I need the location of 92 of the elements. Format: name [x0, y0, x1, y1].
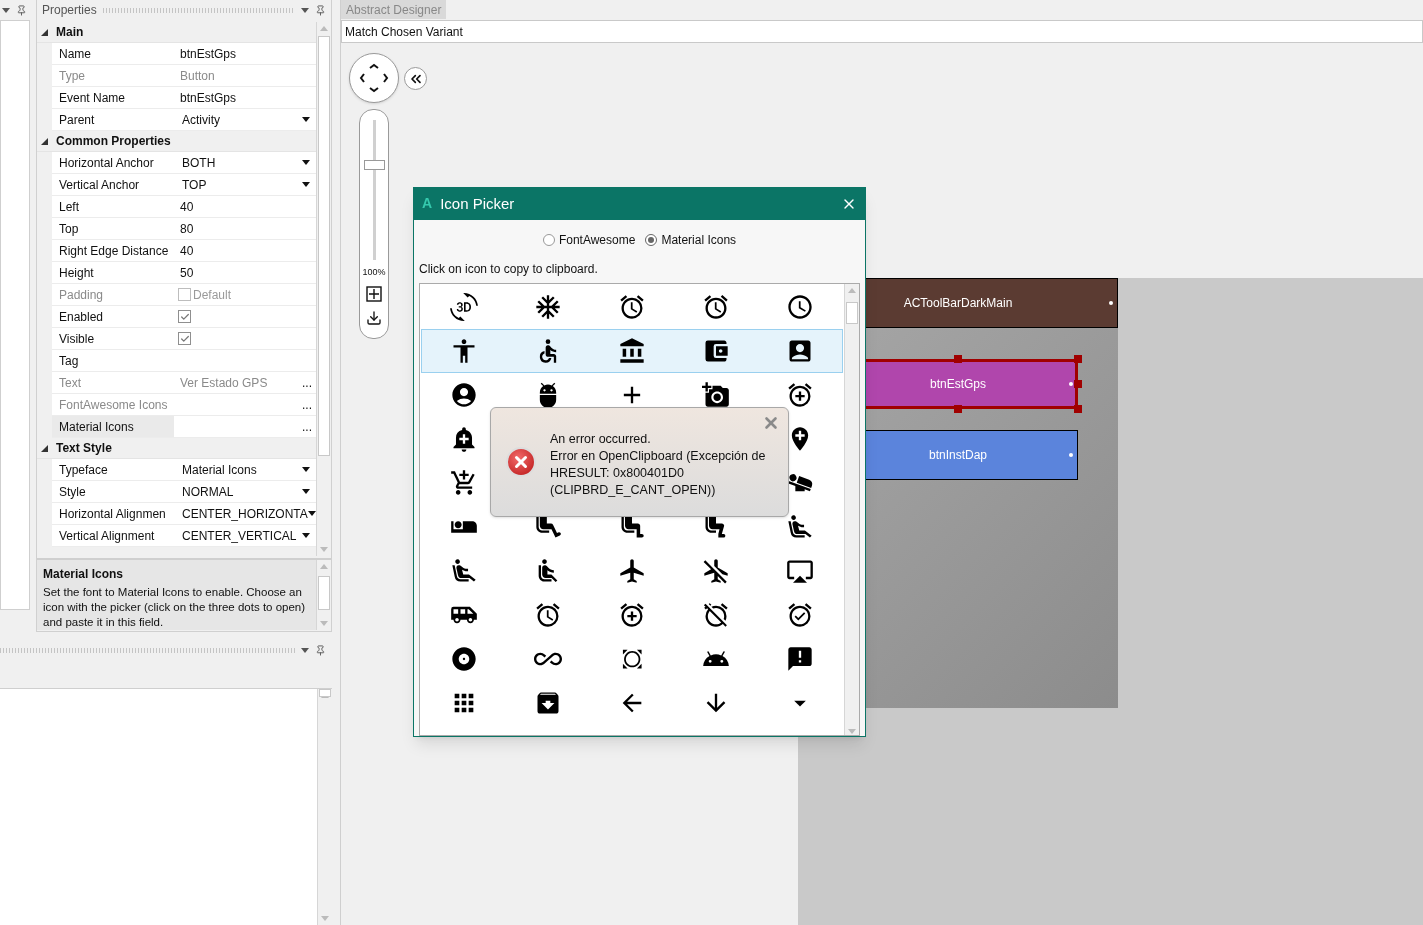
alarm-check-icon[interactable]	[786, 600, 814, 629]
checkbox[interactable]	[178, 310, 191, 323]
dropdown-caret-icon[interactable]	[302, 489, 310, 494]
property-value[interactable]: btnEstGps	[174, 44, 243, 63]
pan-control[interactable]	[349, 53, 399, 103]
scrollbar-thumb[interactable]	[319, 689, 331, 697]
scrollbar-thumb[interactable]	[846, 301, 858, 324]
collapse-button[interactable]	[404, 67, 427, 90]
add-alarm-icon[interactable]	[786, 380, 814, 409]
radio-label[interactable]: FontAwesome	[558, 230, 636, 249]
section-header[interactable]: Text Style	[56, 439, 112, 457]
dropdown-caret-icon[interactable]	[301, 7, 309, 13]
dropdown-caret-icon[interactable]	[302, 117, 310, 122]
property-label[interactable]: Material Icons	[52, 416, 174, 437]
resize-handle[interactable]	[1074, 405, 1082, 413]
dialog-title: Icon Picker	[440, 193, 516, 214]
property-value[interactable]: CENTER_VERTICAL	[182, 526, 297, 545]
resize-handle[interactable]	[1074, 380, 1082, 388]
scrollbar-track[interactable]	[316, 22, 331, 556]
property-value[interactable]: 80	[174, 219, 200, 238]
property-value[interactable]: btnEstGps	[174, 88, 243, 107]
scrollbar-thumb[interactable]	[318, 576, 330, 610]
error-icon	[506, 447, 536, 477]
bank-icon[interactable]	[618, 336, 646, 365]
3d-rotation-icon[interactable]	[450, 292, 478, 321]
resize-handle[interactable]	[954, 405, 962, 413]
variant-bar[interactable]: Match Chosen Variant	[341, 20, 1423, 43]
clock-icon[interactable]	[786, 292, 814, 321]
scrollbar-thumb[interactable]	[318, 36, 330, 456]
hint-text: Click on icon to copy to clipboard.	[419, 260, 599, 278]
view-label: btnInstDap	[928, 447, 987, 464]
four-way-arrows-icon	[359, 63, 389, 93]
download-icon[interactable]	[366, 309, 382, 326]
dropdown-caret-icon[interactable]	[302, 160, 310, 165]
fit-screen-icon[interactable]	[366, 285, 382, 302]
resize-handle[interactable]	[954, 355, 962, 363]
pin-icon[interactable]	[315, 4, 326, 16]
expander-triangle-icon[interactable]	[41, 28, 48, 36]
selected-row-highlight[interactable]	[421, 328, 843, 373]
dropdown-caret-icon[interactable]	[302, 182, 310, 187]
zoom-reading: 100%	[362, 266, 386, 279]
scrollbar-track[interactable]	[844, 283, 859, 735]
view-label: ACToolBarDarkMain	[903, 295, 1013, 312]
dropdown-caret-icon[interactable]	[302, 533, 310, 538]
app-logo: A	[422, 194, 433, 214]
snowflake-icon[interactable]	[534, 292, 562, 321]
property-value[interactable]: Activity	[182, 110, 220, 129]
dropdown-caret-icon[interactable]	[302, 467, 310, 472]
property-value: Default	[193, 286, 232, 304]
dropdown-caret-icon[interactable]	[301, 647, 309, 653]
error-title: An error occurred.	[550, 431, 652, 448]
property-value[interactable]: 40	[174, 197, 200, 216]
add-alarm-icon[interactable]	[618, 600, 646, 629]
checkbox[interactable]	[178, 332, 191, 345]
speech-alert-icon[interactable]	[786, 644, 814, 673]
alarm-off-icon[interactable]	[702, 600, 730, 629]
alarm-clock-icon[interactable]	[702, 292, 730, 321]
seat-icon[interactable]	[786, 512, 814, 541]
property-value[interactable]: 40	[174, 241, 200, 260]
radio-button[interactable]	[542, 233, 555, 246]
reclining-seat-icon[interactable]	[450, 556, 478, 585]
description-text: Set the font to Material Icons to enable. Choose an icon with the picker (click on the three dots to open) and paste it in this field.	[43, 585, 307, 630]
dropdown-caret-icon[interactable]	[2, 7, 10, 13]
radio-label[interactable]: Material Icons	[661, 230, 737, 249]
expander-triangle-icon[interactable]	[41, 137, 48, 145]
description-title: Material Icons	[43, 566, 125, 583]
error-message: Error en OpenClipboard (Excepción de HRESULT: 0x800401D0 (CLIPBRD_E_CANT_OPEN))	[550, 448, 767, 499]
expander-triangle-icon[interactable]	[41, 444, 48, 452]
ellipsis-button[interactable]: ...	[302, 420, 312, 433]
view-label: btnEstGps	[930, 376, 986, 393]
resize-handle[interactable]	[1074, 355, 1082, 363]
panel-title: Properties	[42, 2, 97, 19]
property-value[interactable]: 50	[174, 263, 200, 282]
pin-icon[interactable]	[16, 4, 27, 16]
scrollbar-track[interactable]	[316, 560, 331, 630]
radio-button[interactable]	[645, 233, 658, 246]
property-value[interactable]: CENTER_HORIZONTA	[182, 504, 308, 523]
section-header[interactable]: Main	[56, 23, 84, 41]
property-value[interactable]: TOP	[182, 175, 207, 194]
property-value: Ver Estado GPS	[180, 374, 268, 392]
section-header[interactable]: Common Properties	[56, 132, 171, 150]
property-value[interactable]: Material Icons	[182, 460, 257, 479]
scrollbar-track[interactable]	[317, 689, 332, 925]
alarm-clock-icon[interactable]	[618, 292, 646, 321]
alarm-clock-icon[interactable]	[534, 600, 562, 629]
zoom-slider-thumb[interactable]	[363, 160, 385, 171]
property-value[interactable]: NORMAL	[182, 482, 234, 501]
close-icon[interactable]	[762, 414, 780, 432]
property-value[interactable]: BOTH	[182, 153, 216, 172]
add-camera-icon[interactable]	[702, 380, 730, 409]
dropdown-caret-icon[interactable]	[307, 511, 316, 516]
pin-icon[interactable]	[315, 644, 326, 656]
